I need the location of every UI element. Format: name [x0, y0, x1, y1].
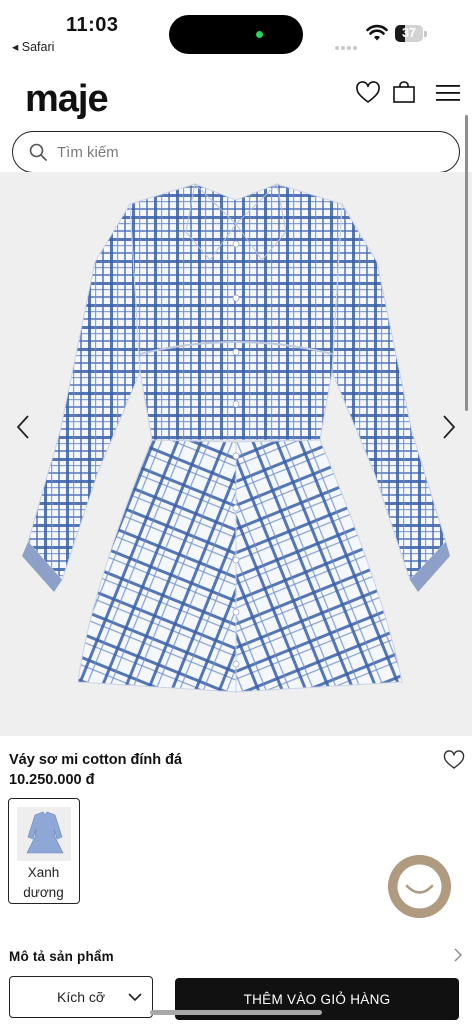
description-title: Mô tả sản phẩm: [9, 949, 114, 964]
heart-icon[interactable]: [355, 80, 381, 106]
camera-indicator-icon: [256, 31, 263, 38]
battery-icon: 37: [395, 25, 427, 42]
previous-image-arrow-icon[interactable]: [12, 412, 36, 442]
size-select-label: Kích cỡ: [57, 989, 106, 1005]
battery-level: 37: [402, 26, 416, 40]
dynamic-island: [169, 15, 303, 54]
status-bar: 11:03 ◂ Safari 37: [0, 0, 472, 62]
chat-support-button[interactable]: [388, 855, 451, 918]
signal-dots-icon: [335, 37, 359, 50]
product-name: Váy sơ mi cotton đính đá: [9, 752, 183, 768]
wifi-icon: [366, 24, 388, 41]
hamburger-menu-icon[interactable]: [436, 84, 460, 102]
status-time: 11:03: [66, 14, 119, 36]
brand-logo[interactable]: maje: [25, 80, 109, 118]
search-bar[interactable]: [12, 131, 460, 173]
search-icon: [29, 143, 47, 161]
heart-outline-icon[interactable]: [443, 750, 465, 770]
product-image: [22, 182, 450, 693]
search-input[interactable]: [57, 140, 447, 164]
home-indicator[interactable]: [150, 1010, 322, 1015]
page-scrollbar[interactable]: [465, 115, 468, 411]
product-price: 10.250.000 đ: [9, 772, 95, 788]
size-select[interactable]: Kích cỡ: [9, 976, 153, 1018]
back-to-safari-link[interactable]: ◂ Safari: [12, 39, 54, 54]
color-swatch-blue[interactable]: Xanh dương: [8, 798, 80, 904]
shopping-bag-icon[interactable]: [391, 80, 417, 106]
chevron-right-icon: [454, 948, 462, 962]
next-image-arrow-icon[interactable]: [436, 412, 460, 442]
product-description-row[interactable]: Mô tả sản phẩm: [9, 947, 462, 969]
swatch-label: Xanh dương: [23, 865, 64, 900]
chevron-down-icon: [128, 993, 142, 1002]
swatch-thumbnail: [17, 807, 71, 861]
product-image-gallery[interactable]: [0, 172, 472, 736]
